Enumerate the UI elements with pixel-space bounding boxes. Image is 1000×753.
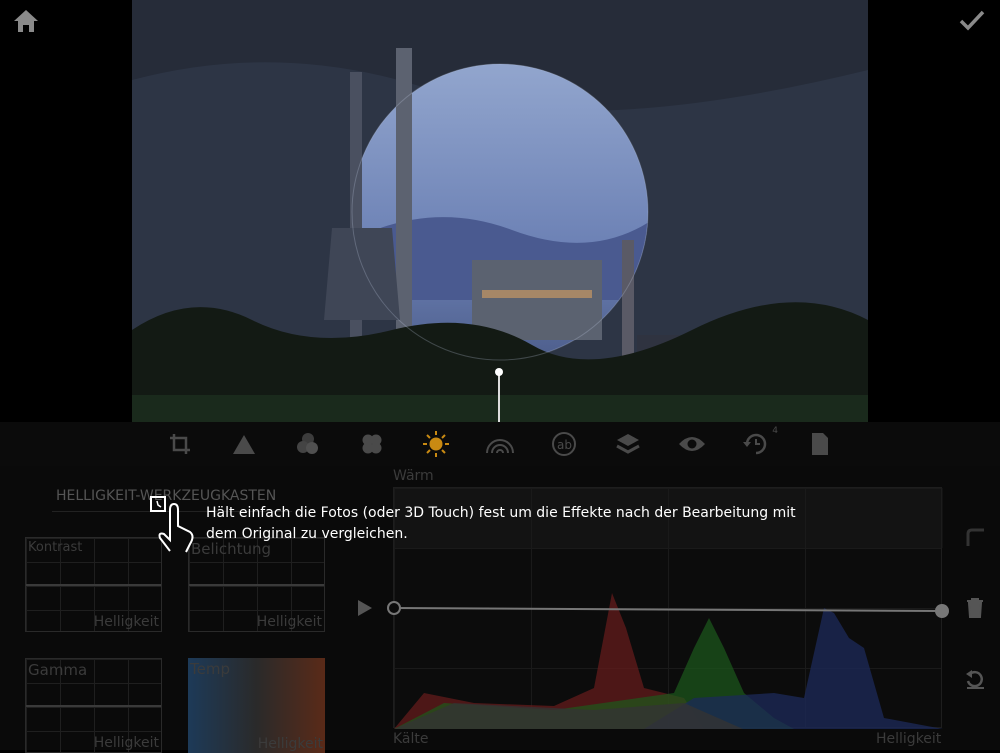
play-icon <box>358 600 372 616</box>
brightness-sun-icon <box>423 431 449 457</box>
tile-temp[interactable]: Temp Helligkeit <box>188 658 325 753</box>
triangle-icon <box>233 435 255 454</box>
layers-tool[interactable] <box>596 422 660 466</box>
brush-icon <box>966 528 984 546</box>
tooltip-text: Hält einfach die Fotos (oder 3D Touch) f… <box>206 505 796 542</box>
curve-line <box>26 584 161 586</box>
curve-line <box>189 584 324 586</box>
ab-icon: ab <box>552 432 576 456</box>
tile-label: Kontrast <box>28 540 83 555</box>
color-tool[interactable] <box>276 422 340 466</box>
triangle-tool[interactable] <box>212 422 276 466</box>
reset-button[interactable] <box>964 668 986 694</box>
brightness-tool[interactable] <box>404 422 468 466</box>
layers-icon <box>616 434 640 454</box>
ab-tool[interactable]: ab <box>532 422 596 466</box>
spotlight-handle[interactable] <box>495 368 503 376</box>
undo-icon <box>966 670 984 689</box>
svg-text:ab: ab <box>557 438 572 452</box>
curve-start-handle[interactable] <box>387 601 401 615</box>
history-count: 4 <box>772 426 778 436</box>
curve-bottom-left-label: Kälte <box>393 731 429 747</box>
brush-button[interactable] <box>964 526 986 552</box>
tile-belichtung[interactable]: Belichtung Helligkeit <box>188 537 325 632</box>
rainbow-tool[interactable] <box>468 422 532 466</box>
checkmark-icon <box>959 10 985 31</box>
tile-sub: Helligkeit <box>93 614 159 630</box>
photo-image <box>132 0 868 422</box>
trash-icon <box>967 598 983 618</box>
tile-label: Gamma <box>28 661 88 679</box>
tutorial-hand-icon <box>150 496 200 560</box>
document-tool[interactable] <box>788 422 852 466</box>
curve-bottom-right-label: Helligkeit <box>876 731 942 747</box>
tile-gamma[interactable]: Gamma Helligkeit <box>25 658 162 753</box>
crop-icon <box>170 434 190 454</box>
clover-icon <box>362 434 382 454</box>
photo-canvas[interactable] <box>132 0 868 422</box>
eye-icon <box>679 437 705 451</box>
done-button[interactable] <box>958 8 988 36</box>
home-button[interactable] <box>12 8 42 36</box>
home-icon <box>14 10 38 32</box>
curve-end-handle[interactable] <box>935 604 949 618</box>
curve-line <box>26 705 161 707</box>
history-icon <box>743 433 767 455</box>
crop-tool[interactable] <box>148 422 212 466</box>
history-tool[interactable]: 4 <box>724 422 788 466</box>
color-circles-icon <box>297 433 318 454</box>
preview-tool[interactable] <box>660 422 724 466</box>
delete-button[interactable] <box>966 598 984 622</box>
tile-sub: Helligkeit <box>93 735 159 751</box>
document-icon <box>812 433 828 455</box>
rainbow-icon <box>486 439 514 454</box>
tool-bar: ab 4 <box>0 422 1000 466</box>
play-button[interactable] <box>357 599 373 621</box>
clover-tool[interactable] <box>340 422 404 466</box>
tile-sub: Helligkeit <box>256 614 322 630</box>
tile-label: Temp <box>190 660 230 678</box>
tile-kontrast[interactable]: Kontrast Helligkeit <box>25 537 162 632</box>
curve-top-label: Wärm <box>393 468 434 484</box>
